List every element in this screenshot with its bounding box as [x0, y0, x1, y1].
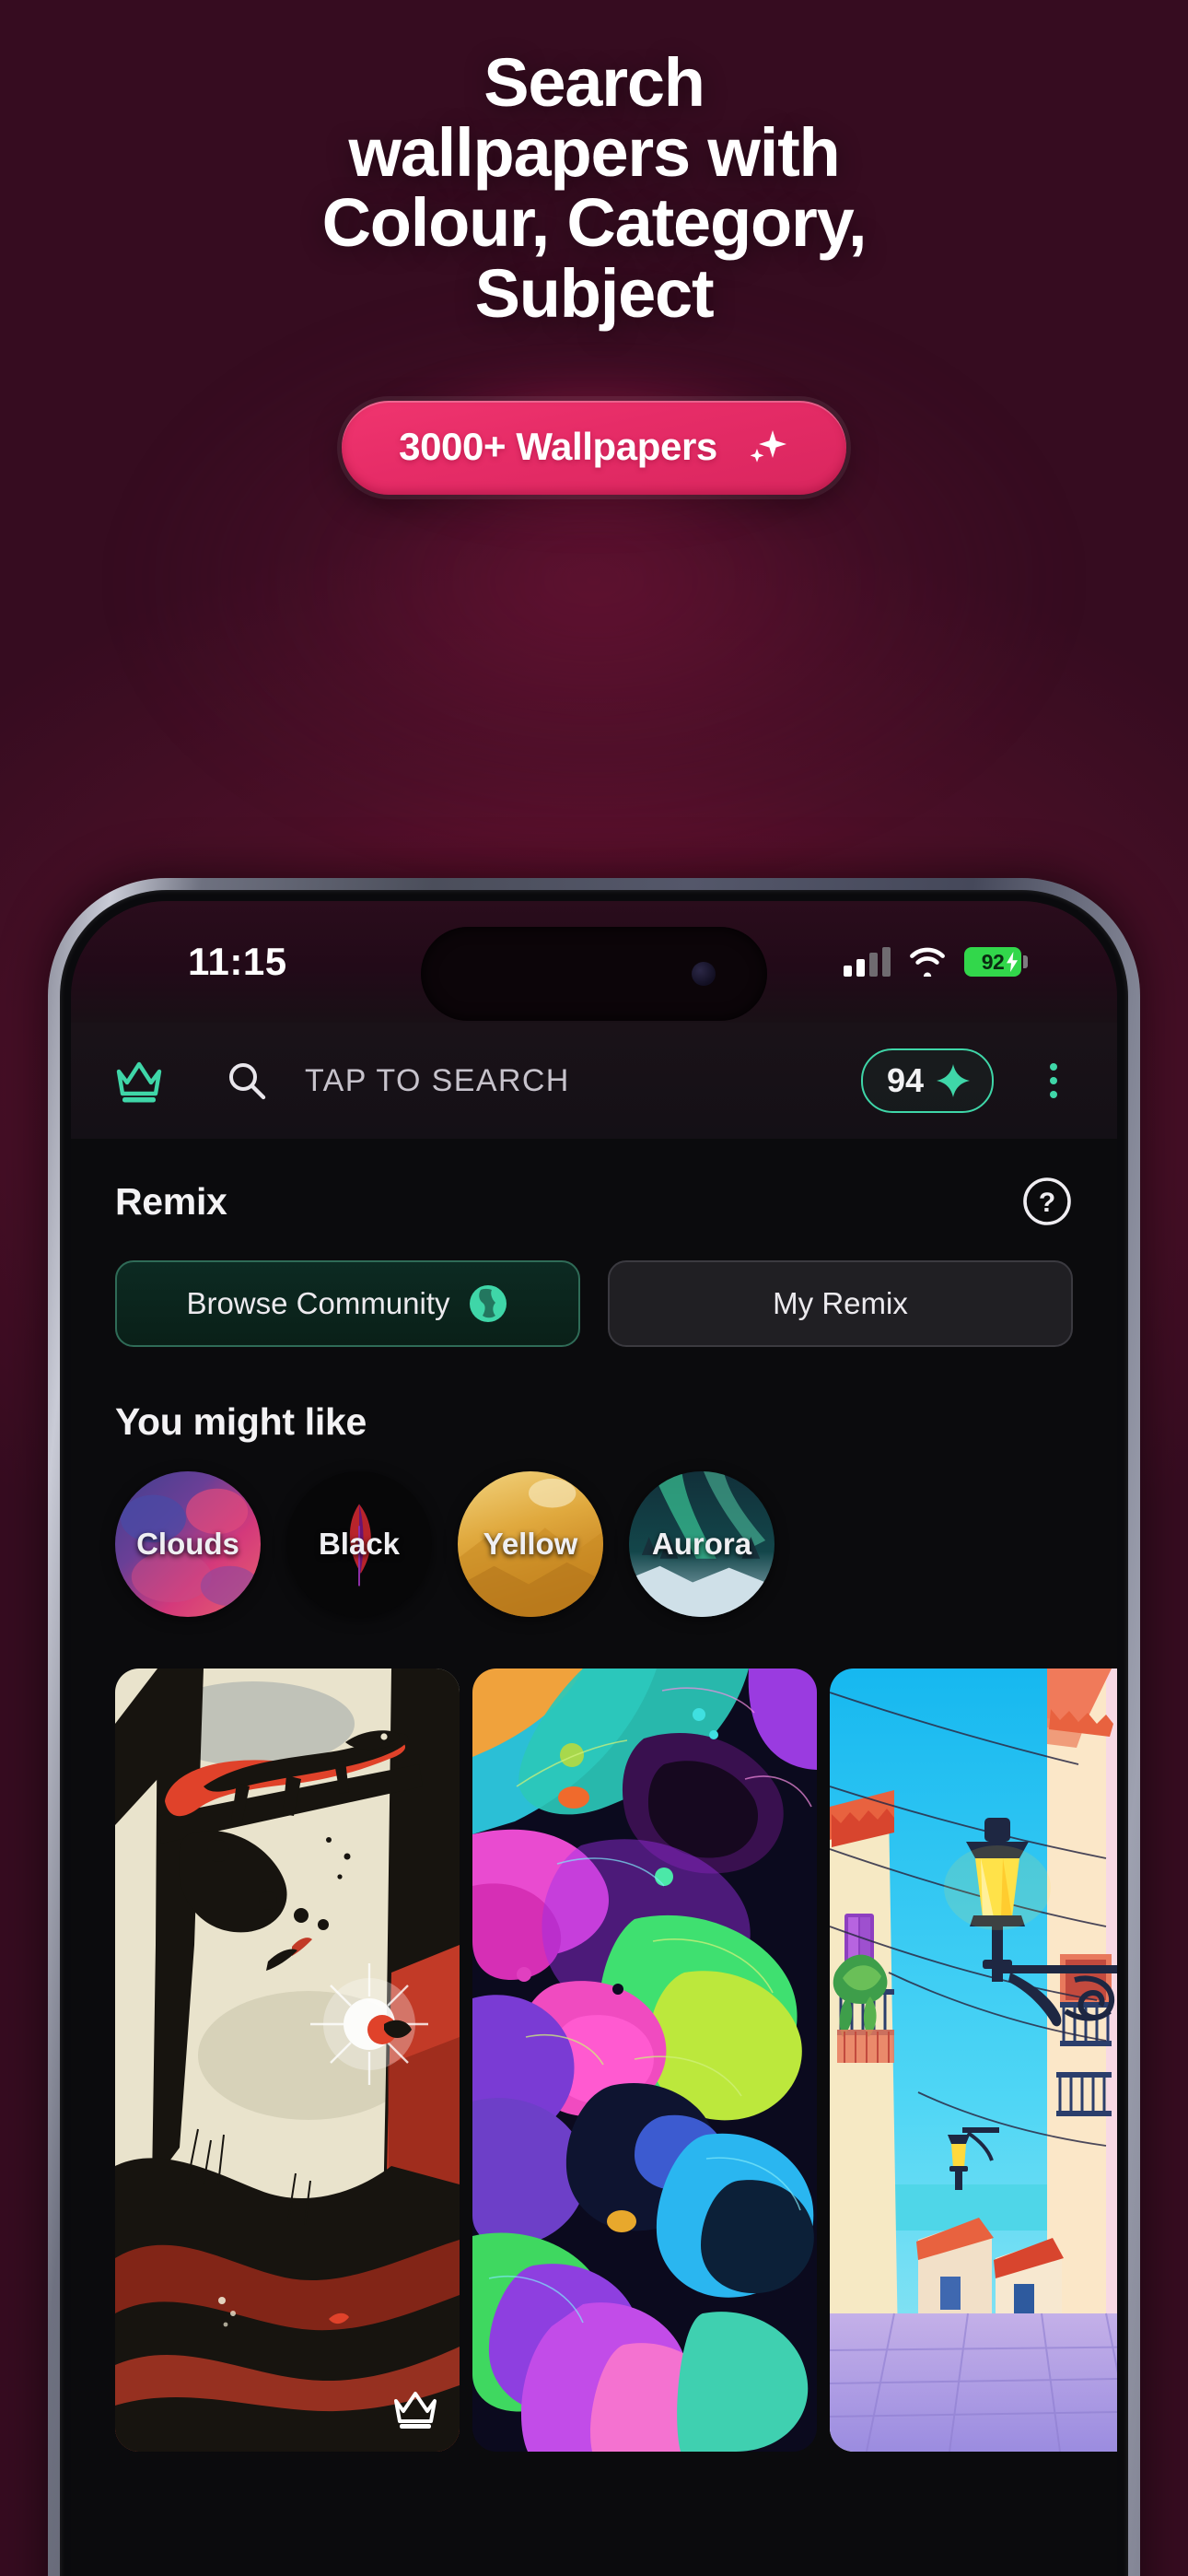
search-input[interactable]: TAP TO SEARCH — [305, 1063, 839, 1099]
dynamic-island — [421, 927, 767, 1021]
hero-section: Search wallpapers with Colour, Category,… — [0, 0, 1188, 884]
wallpaper-card[interactable] — [830, 1669, 1117, 2452]
lightning-bolt-icon — [1007, 952, 1018, 972]
credits-count: 94 — [886, 1061, 924, 1099]
wallpaper-grid — [115, 1617, 1117, 2452]
remix-title: Remix — [115, 1179, 227, 1223]
neon-fluid-art — [472, 1669, 817, 2452]
category-chip-list: Clouds Black Yellow Aurora — [71, 1444, 1117, 1617]
remix-section-header: Remix ? — [71, 1139, 1117, 1227]
question-circle-icon[interactable]: ? — [1021, 1176, 1073, 1227]
my-remix-label: My Remix — [773, 1286, 908, 1320]
badge-label: 3000+ Wallpapers — [399, 424, 717, 468]
wallpaper-count-badge[interactable]: 3000+ Wallpapers — [342, 400, 846, 495]
phone-screen: 11:15 92 TAP TO SEARCH 94 Remix ? Browse… — [71, 901, 1117, 2576]
chip-label: Black — [318, 1527, 401, 1561]
credits-badge[interactable]: 94 — [860, 1048, 994, 1113]
phone-bezel: 11:15 92 TAP TO SEARCH 94 Remix ? Browse… — [60, 890, 1128, 2576]
chip-label: Clouds — [136, 1527, 239, 1561]
category-chip-yellow[interactable]: Yellow — [458, 1471, 603, 1617]
my-remix-button[interactable]: My Remix — [608, 1260, 1073, 1347]
street-lamp-art — [830, 1669, 1117, 2452]
status-clock: 11:15 — [188, 940, 287, 983]
battery-percent-label: 92 — [981, 949, 1005, 974]
app-top-bar: TAP TO SEARCH 94 — [71, 1023, 1117, 1139]
crown-icon[interactable] — [113, 1055, 165, 1107]
battery-charging-icon: 92 — [964, 947, 1028, 977]
wallpaper-count-badge-wrap: 3000+ Wallpapers — [342, 378, 846, 517]
category-chip-aurora[interactable]: Aurora — [629, 1471, 775, 1617]
chip-label: Aurora — [651, 1527, 752, 1561]
category-chip-black[interactable]: Black — [286, 1471, 432, 1617]
you-might-like-title: You might like — [115, 1400, 367, 1443]
chip-label: Yellow — [483, 1527, 578, 1561]
app-viewport: TAP TO SEARCH 94 Remix ? Browse Communit… — [71, 1023, 1117, 2576]
forest-lizard-art — [115, 1669, 460, 2452]
crown-icon — [394, 2392, 437, 2429]
browse-community-button[interactable]: Browse Community — [115, 1260, 580, 1347]
globe-icon — [469, 1285, 507, 1322]
sparkle-icon — [750, 429, 786, 463]
diamond-sparkle-icon — [937, 1064, 970, 1097]
wallpaper-card[interactable] — [115, 1669, 460, 2452]
category-chip-clouds[interactable]: Clouds — [115, 1471, 261, 1617]
cellular-signal-icon — [844, 947, 891, 977]
kebab-menu-icon[interactable] — [1029, 1056, 1078, 1106]
status-bar: 11:15 92 — [71, 901, 1117, 1023]
wifi-icon — [910, 947, 945, 977]
browse-community-label: Browse Community — [186, 1286, 450, 1320]
app-content: Remix ? Browse Community My Remix You mi… — [71, 1139, 1117, 2576]
status-indicators: 92 — [844, 947, 1028, 977]
page-title: Search wallpapers with Colour, Category,… — [321, 44, 868, 332]
svg-text:?: ? — [1039, 1188, 1055, 1218]
search-icon[interactable] — [224, 1058, 270, 1104]
phone-mockup-frame: 11:15 92 TAP TO SEARCH 94 Remix ? Browse… — [48, 878, 1140, 2576]
front-camera-icon — [692, 962, 716, 986]
wallpaper-card[interactable] — [472, 1669, 817, 2452]
you-might-like-header: You might like — [71, 1347, 1117, 1444]
remix-tabs: Browse Community My Remix — [71, 1227, 1117, 1347]
